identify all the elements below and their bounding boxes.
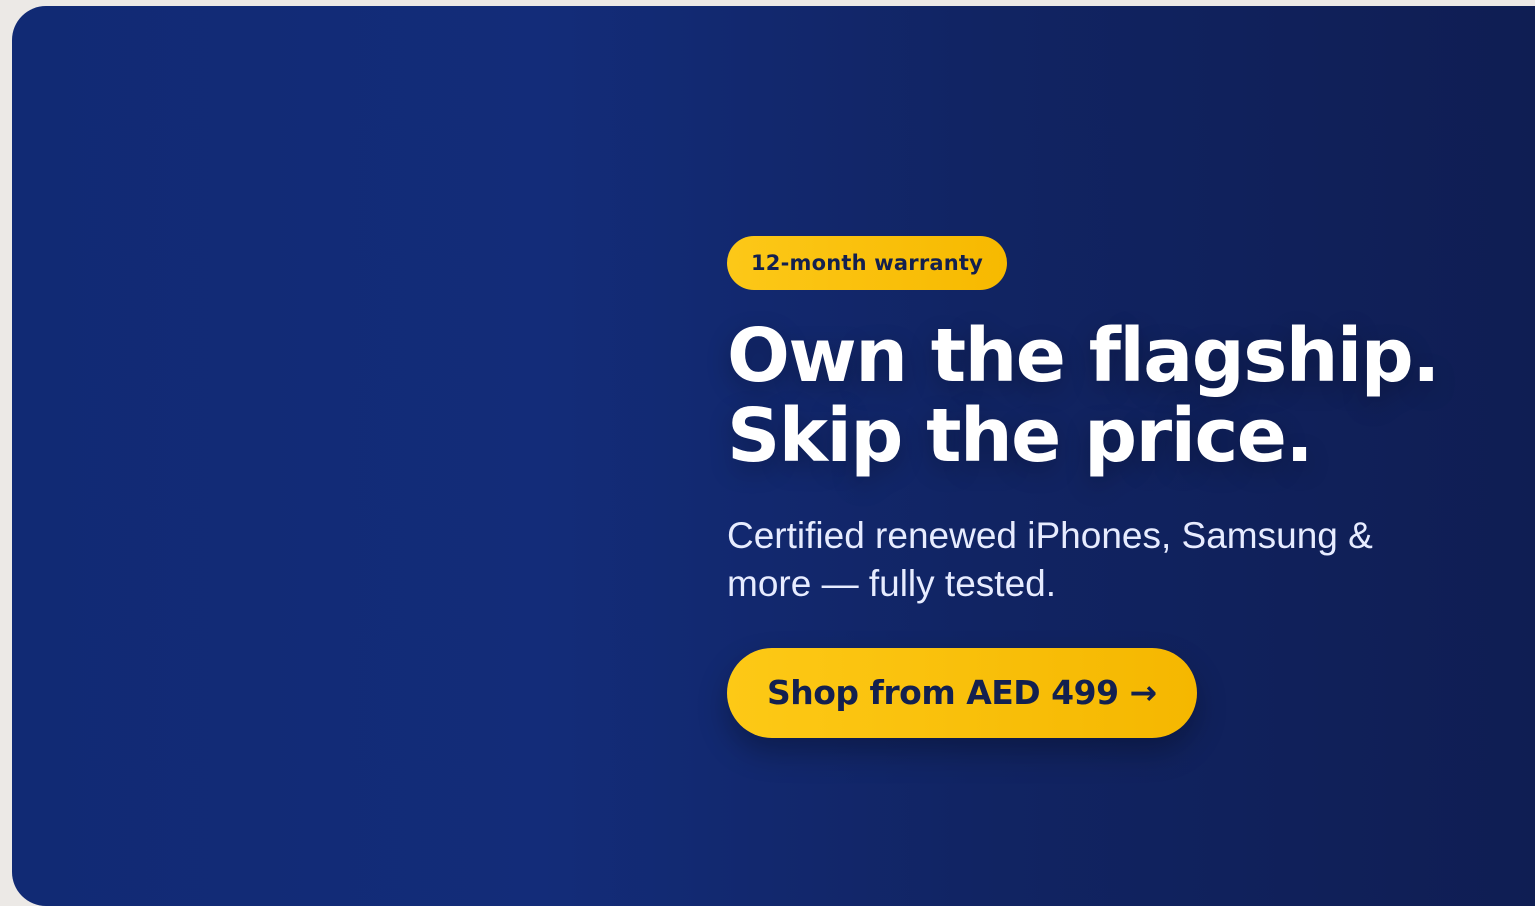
hero-content: 12-month warranty Own the flagship. Skip…: [727, 236, 1487, 738]
hero-headline: Own the flagship. Skip the price.: [727, 316, 1487, 476]
shop-cta-button[interactable]: Shop from AED 499 →: [727, 648, 1197, 738]
headline-line-2: Skip the price.: [727, 393, 1314, 479]
warranty-badge: 12-month warranty: [727, 236, 1008, 290]
hero-subtitle: Certified renewed iPhones, Samsung & mor…: [727, 515, 1373, 604]
hero-banner: 12-month warranty Own the flagship. Skip…: [12, 6, 1535, 906]
headline-line-1: Own the flagship.: [727, 313, 1440, 399]
